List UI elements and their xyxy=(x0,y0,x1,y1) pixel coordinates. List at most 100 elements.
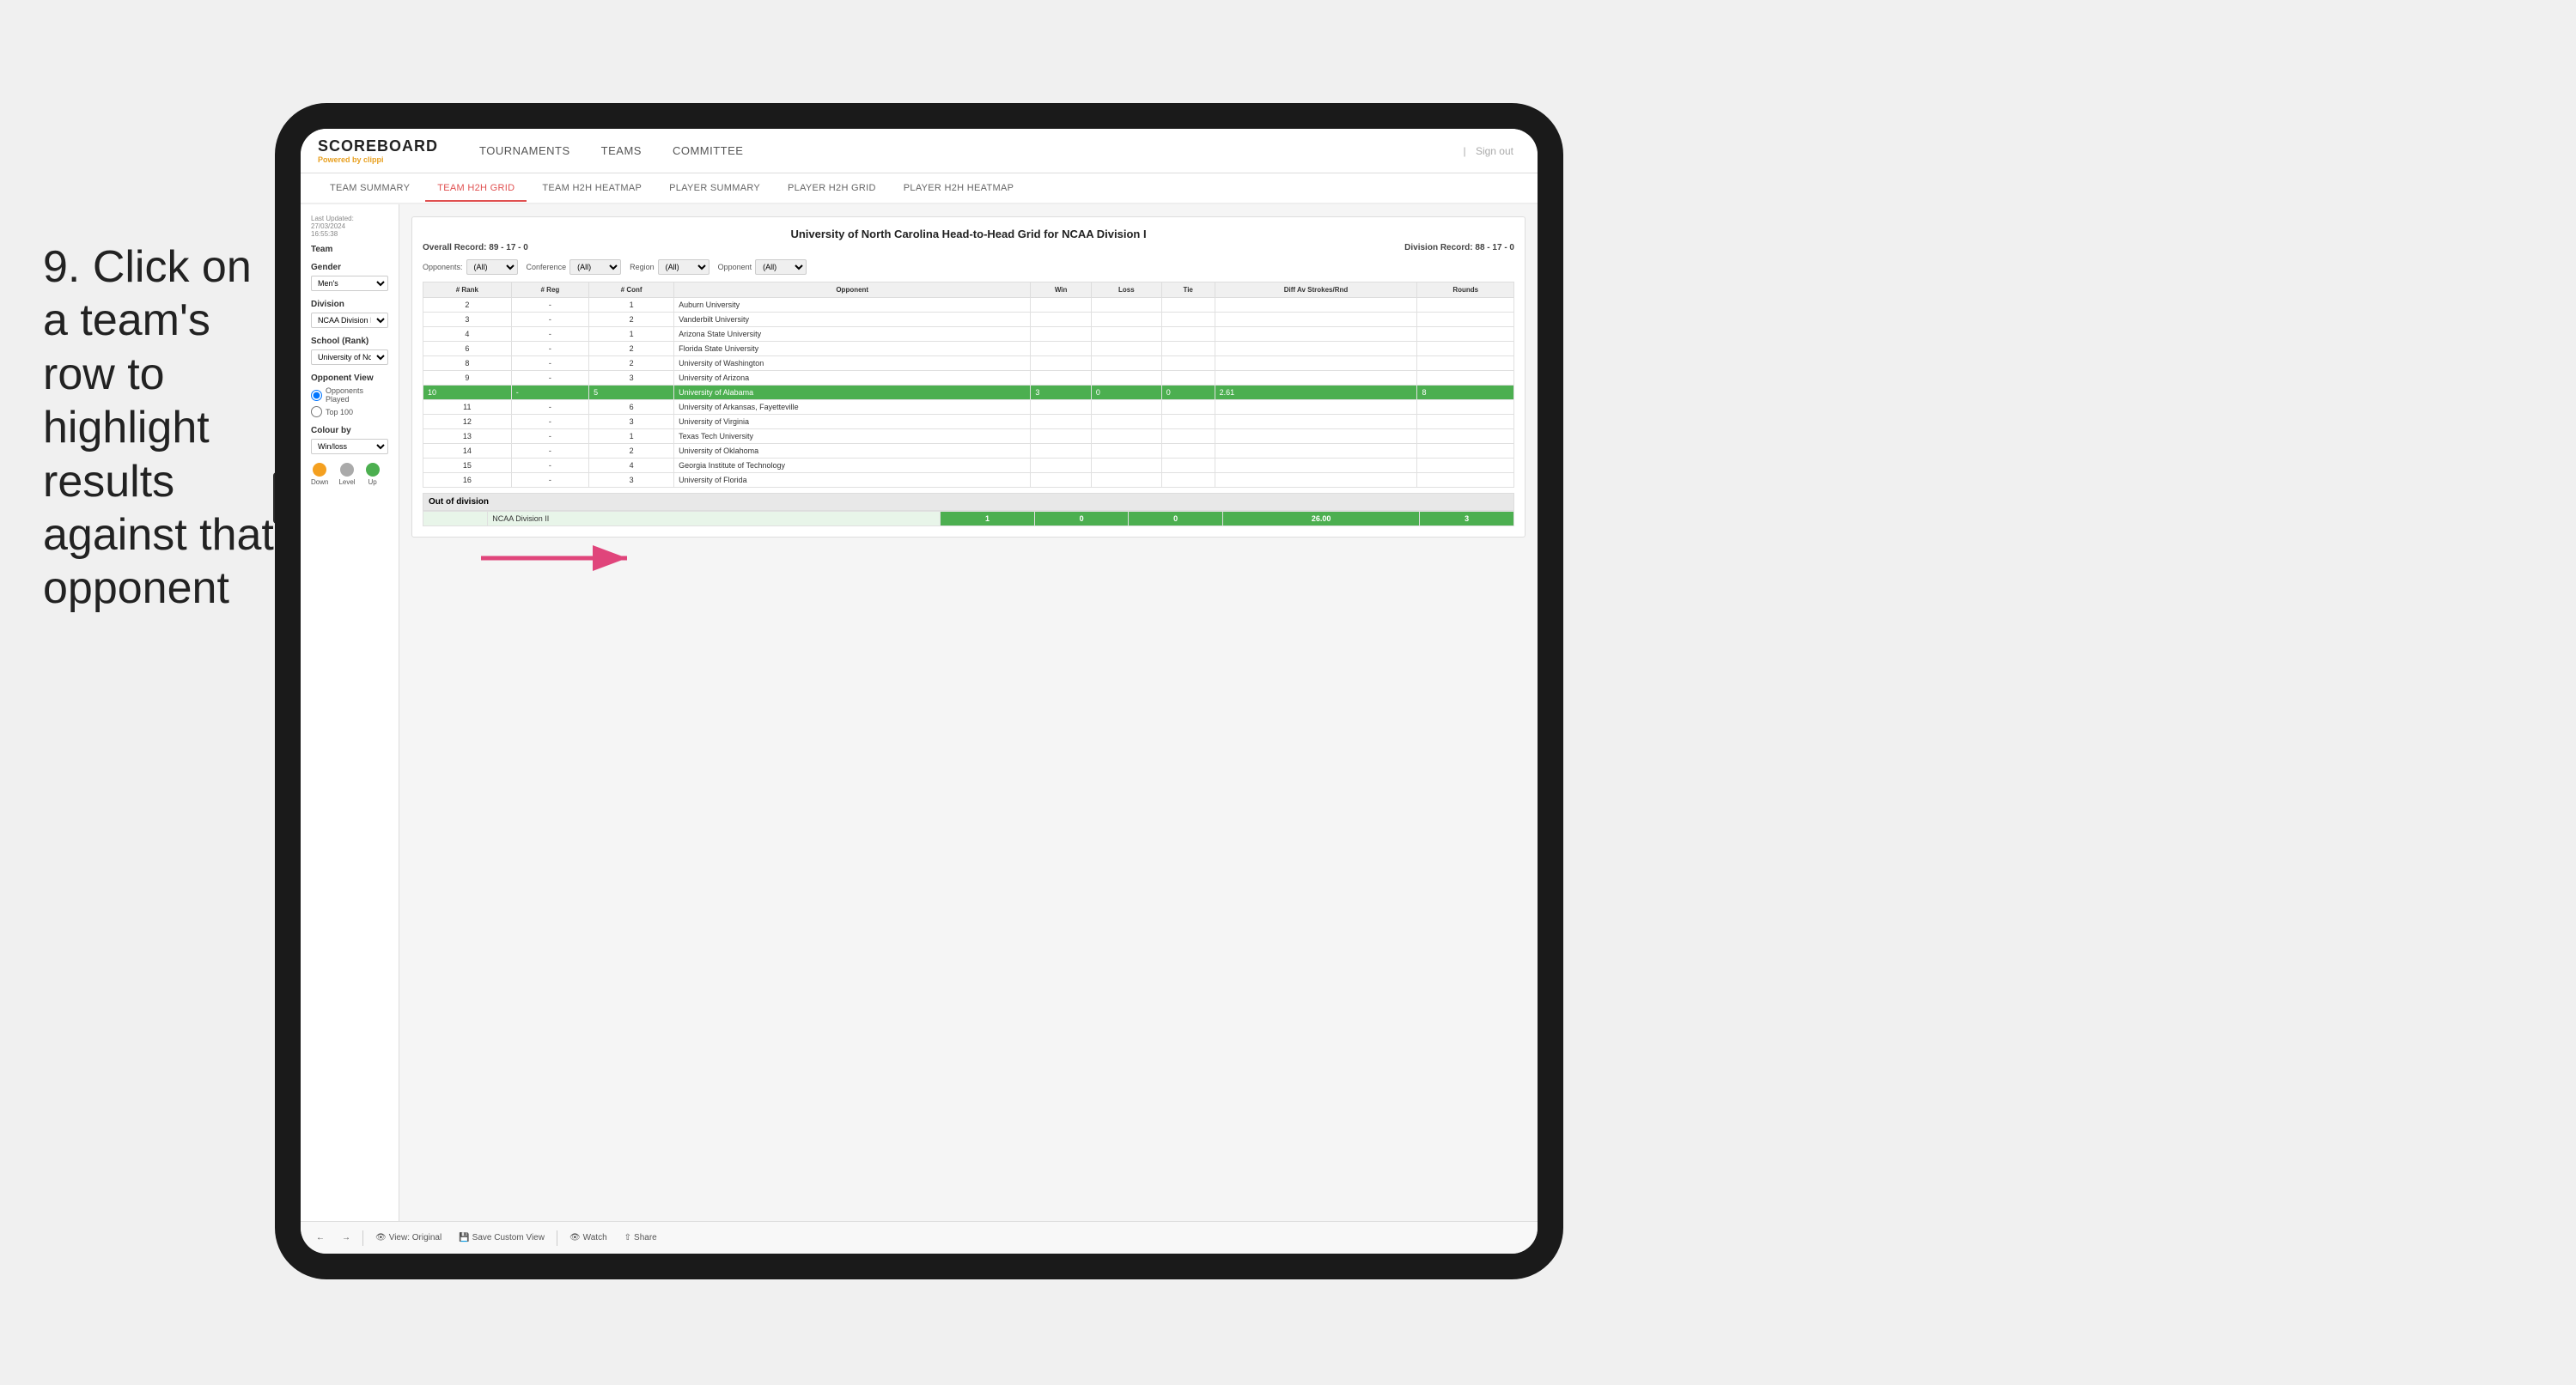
undo-btn[interactable]: ← xyxy=(311,1230,330,1245)
table-row[interactable]: 9-3University of Arizona xyxy=(423,371,1514,386)
share-btn[interactable]: ⇧ Share xyxy=(619,1230,662,1245)
sidebar-opponent-view-section: Opponent View Opponents Played Top 100 xyxy=(311,374,388,417)
out-div-win: 1 xyxy=(941,512,1035,526)
tablet-screen: SCOREBOARD Powered by clippi TOURNAMENTS… xyxy=(301,129,1538,1254)
table-cell xyxy=(1215,356,1417,371)
table-cell: 3 xyxy=(1031,386,1092,400)
table-cell xyxy=(1031,371,1092,386)
col-win: Win xyxy=(1031,282,1092,298)
sub-nav-team-summary[interactable]: TEAM SUMMARY xyxy=(318,176,422,200)
nav-tournaments[interactable]: TOURNAMENTS xyxy=(464,131,586,170)
toolbar: ← → 👁 View: Original 💾 Save Custom View … xyxy=(301,1221,1538,1254)
table-cell xyxy=(1417,371,1514,386)
table-row[interactable]: 8-2University of Washington xyxy=(423,356,1514,371)
table-cell xyxy=(1215,327,1417,342)
table-row[interactable]: 12-3University of Virginia xyxy=(423,415,1514,429)
col-rounds: Rounds xyxy=(1417,282,1514,298)
table-cell: - xyxy=(511,313,588,327)
table-cell xyxy=(1417,415,1514,429)
out-of-division-row[interactable]: NCAA Division II 1 0 0 26.00 3 xyxy=(423,512,1514,526)
table-row[interactable]: 16-3University of Florida xyxy=(423,473,1514,488)
table-row[interactable]: 3-2Vanderbilt University xyxy=(423,313,1514,327)
filter-opponents-label: Opponents: xyxy=(423,263,463,271)
filter-row: Opponents: (All) Conference (All) xyxy=(423,259,1514,275)
table-cell: - xyxy=(511,371,588,386)
nav-committee[interactable]: COMMITTEE xyxy=(657,131,759,170)
col-rank: # Rank xyxy=(423,282,512,298)
table-cell: 8 xyxy=(423,356,512,371)
out-div-loss: 0 xyxy=(1034,512,1129,526)
table-row[interactable]: 6-2Florida State University xyxy=(423,342,1514,356)
school-select[interactable]: University of Nort... xyxy=(311,349,388,365)
table-cell: 15 xyxy=(423,459,512,473)
radio-opponents-played[interactable]: Opponents Played xyxy=(311,386,388,404)
table-cell xyxy=(1161,313,1215,327)
table-row[interactable]: 15-4Georgia Institute of Technology xyxy=(423,459,1514,473)
table-row[interactable]: 4-1Arizona State University xyxy=(423,327,1514,342)
table-cell xyxy=(1091,473,1161,488)
table-cell xyxy=(1091,313,1161,327)
table-cell xyxy=(1031,429,1092,444)
main-content: Last Updated: 27/03/2024 16:55:38 Team G… xyxy=(301,204,1538,1221)
gender-select[interactable]: Men's xyxy=(311,276,388,291)
table-row[interactable]: 11-6University of Arkansas, Fayetteville xyxy=(423,400,1514,415)
table-cell: 16 xyxy=(423,473,512,488)
sidebar-team-section: Team xyxy=(311,245,388,254)
save-custom-view-btn[interactable]: 💾 Save Custom View xyxy=(454,1230,550,1245)
table-cell xyxy=(1417,313,1514,327)
redo-btn[interactable]: → xyxy=(337,1230,356,1245)
table-cell: 4 xyxy=(423,327,512,342)
sub-nav-player-h2h-grid[interactable]: PLAYER H2H GRID xyxy=(776,176,888,200)
sign-out-link[interactable]: Sign out xyxy=(1476,145,1513,157)
table-cell xyxy=(1417,400,1514,415)
radio-top100[interactable]: Top 100 xyxy=(311,406,388,417)
table-cell xyxy=(1161,473,1215,488)
table-cell xyxy=(1215,400,1417,415)
save-icon: 💾 xyxy=(459,1233,469,1242)
watch-btn[interactable]: 👁 Watch xyxy=(564,1230,612,1245)
table-cell: 1 xyxy=(589,327,674,342)
out-div-diff: 26.00 xyxy=(1222,512,1419,526)
filter-opponents-select[interactable]: (All) xyxy=(466,259,518,275)
table-row[interactable]: 10-5University of Alabama3002.618 xyxy=(423,386,1514,400)
colour-by-select[interactable]: Win/loss xyxy=(311,439,388,454)
sub-nav-team-h2h-heatmap[interactable]: TEAM H2H HEATMAP xyxy=(530,176,654,200)
division-select[interactable]: NCAA Division I xyxy=(311,313,388,328)
table-row[interactable]: 2-1Auburn University xyxy=(423,298,1514,313)
table-row[interactable]: 14-2University of Oklahoma xyxy=(423,444,1514,459)
content-area: University of North Carolina Head-to-Hea… xyxy=(399,204,1538,1221)
filter-region-select[interactable]: (All) xyxy=(658,259,709,275)
sub-nav-player-summary[interactable]: PLAYER SUMMARY xyxy=(657,176,772,200)
table-cell: - xyxy=(511,444,588,459)
table-row[interactable]: 13-1Texas Tech University xyxy=(423,429,1514,444)
table-header-row: # Rank # Reg # Conf Opponent Win Loss Ti… xyxy=(423,282,1514,298)
view-original-btn[interactable]: 👁 View: Original xyxy=(370,1230,447,1245)
sub-nav-player-h2h-heatmap[interactable]: PLAYER H2H HEATMAP xyxy=(892,176,1026,200)
table-cell xyxy=(1091,415,1161,429)
table-cell xyxy=(1161,327,1215,342)
table-cell: 0 xyxy=(1161,386,1215,400)
filter-opponent-select[interactable]: (All) xyxy=(755,259,807,275)
table-cell: 1 xyxy=(589,429,674,444)
table-cell xyxy=(1215,313,1417,327)
sub-nav-team-h2h-grid[interactable]: TEAM H2H GRID xyxy=(425,176,527,202)
table-cell xyxy=(1091,371,1161,386)
sidebar-division-section: Division NCAA Division I xyxy=(311,300,388,328)
filter-region-label: Region xyxy=(630,263,655,271)
table-cell xyxy=(1215,444,1417,459)
filter-conference-select[interactable]: (All) xyxy=(569,259,621,275)
table-cell xyxy=(1215,342,1417,356)
sidebar: Last Updated: 27/03/2024 16:55:38 Team G… xyxy=(301,204,399,1221)
nav-teams[interactable]: TEAMS xyxy=(586,131,657,170)
share-icon: ⇧ xyxy=(624,1233,631,1242)
col-conf: # Conf xyxy=(589,282,674,298)
table-cell: 13 xyxy=(423,429,512,444)
table-cell xyxy=(1215,371,1417,386)
filter-opponent-label: Opponent xyxy=(718,263,752,271)
table-cell: 1 xyxy=(589,298,674,313)
legend-dot-down xyxy=(313,463,326,477)
sub-navigation: TEAM SUMMARY TEAM H2H GRID TEAM H2H HEAT… xyxy=(301,173,1538,204)
table-cell: University of Oklahoma xyxy=(674,444,1031,459)
table-cell xyxy=(1417,444,1514,459)
table-cell: 3 xyxy=(589,473,674,488)
